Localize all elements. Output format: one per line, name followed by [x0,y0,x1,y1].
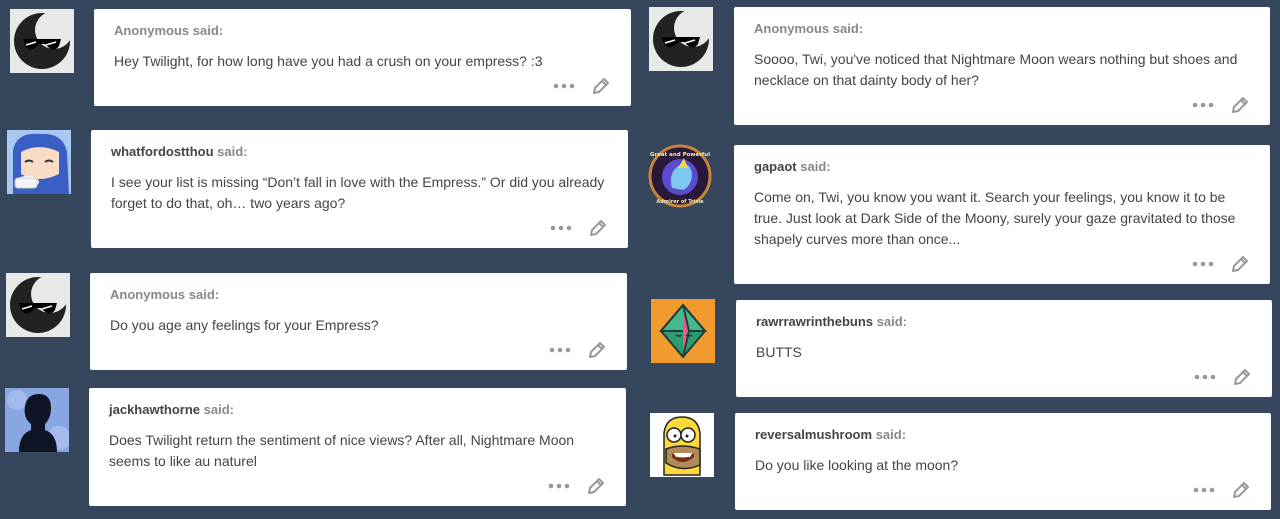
asker-name[interactable]: gapaot [754,159,797,174]
asker-line: Anonymous said: [754,21,1250,37]
asker-name[interactable]: reversalmushroom [755,427,872,442]
pencil-edit-icon[interactable] [586,476,606,496]
asker-name[interactable]: rawrrawrinthebuns [756,314,873,329]
said-label: said: [876,314,907,329]
svg-text:Great and Powerful: Great and Powerful [650,152,710,158]
sunglasses-moon-avatar[interactable] [10,9,74,73]
sunglasses-moon-avatar[interactable] [649,7,713,71]
asker-line: Anonymous said: [110,287,607,303]
pencil-edit-icon[interactable] [1232,367,1252,387]
ask-card: rawrrawrinthebuns said: BUTTS [736,300,1272,397]
asker-name[interactable]: whatfordostthou [111,144,214,159]
said-label: said: [217,144,248,159]
more-dots-icon[interactable] [549,347,571,353]
more-dots-icon[interactable] [1192,261,1214,267]
silhouette-avatar[interactable] [5,388,69,452]
asker-line: rawrrawrinthebuns said: [756,314,1252,330]
question-text: I see your list is missing “Don’t fall i… [111,174,605,211]
ask-card: Anonymous said: Do you age any feelings … [90,273,627,370]
question-text: Do you like looking at the moon? [755,457,959,473]
question-text: Hey Twilight, for how long have you had … [114,53,543,69]
more-dots-icon[interactable] [553,83,575,89]
question-text: Does Twilight return the sentiment of ni… [109,432,575,469]
asker-name[interactable]: jackhawthorne [109,402,200,417]
said-label: said: [203,402,234,417]
asker-name[interactable]: Anonymous [754,21,829,36]
pencil-edit-icon[interactable] [588,218,608,238]
said-label: said: [192,23,224,38]
more-dots-icon[interactable] [1192,102,1214,108]
said-label: said: [832,21,864,36]
question-text: Come on, Twi, you know you want it. Sear… [754,189,1236,247]
asker-line: whatfordostthou said: [111,144,608,160]
pencil-edit-icon[interactable] [591,76,611,96]
question-text: Soooo, Twi, you've noticed that Nightmar… [754,51,1238,88]
octahedron-avatar[interactable] [651,299,715,363]
pony-badge-avatar[interactable]: Great and Powerful Admirer of Trixie [648,144,712,208]
asker-name[interactable]: Anonymous [110,287,185,302]
said-label: said: [800,159,831,174]
question-text: BUTTS [756,344,802,360]
sunglasses-moon-avatar[interactable] [6,273,70,337]
said-label: said: [875,427,907,442]
ask-card: Anonymous said: Hey Twilight, for how lo… [94,9,631,106]
more-dots-icon[interactable] [1193,487,1215,493]
pencil-edit-icon[interactable] [1230,95,1250,115]
ask-card: Anonymous said: Soooo, Twi, you've notic… [734,7,1270,125]
asker-line: reversalmushroom said: [755,427,1251,443]
asker-line: Anonymous said: [114,23,611,39]
asker-line: gapaot said: [754,159,1250,175]
homer-avatar[interactable] [650,413,714,477]
said-label: said: [188,287,220,302]
pencil-edit-icon[interactable] [1231,480,1251,500]
pencil-edit-icon[interactable] [587,340,607,360]
more-dots-icon[interactable] [548,483,570,489]
question-text: Do you age any feelings for your Empress… [110,317,379,333]
asker-line: jackhawthorne said: [109,402,606,418]
anime-girl-tea-avatar[interactable] [7,130,71,194]
more-dots-icon[interactable] [1194,374,1216,380]
ask-card: jackhawthorne said: Does Twilight return… [89,388,626,506]
ask-card: whatfordostthou said: I see your list is… [91,130,628,248]
pencil-edit-icon[interactable] [1230,254,1250,274]
more-dots-icon[interactable] [550,225,572,231]
ask-card: reversalmushroom said: Do you like looki… [735,413,1271,510]
ask-card: gapaot said: Come on, Twi, you know you … [734,145,1270,284]
asker-name[interactable]: Anonymous [114,23,189,38]
svg-text:Admirer of Trixie: Admirer of Trixie [656,199,704,205]
